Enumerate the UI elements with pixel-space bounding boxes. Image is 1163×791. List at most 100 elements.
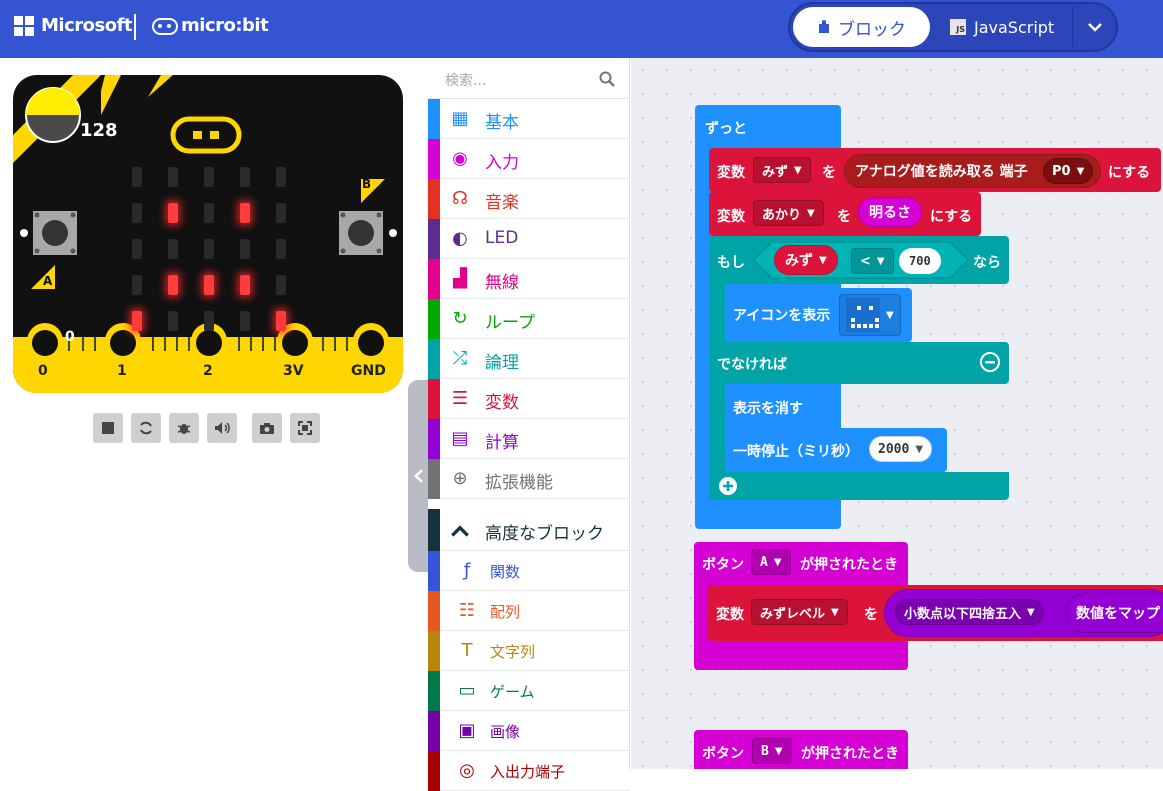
advanced-category-2[interactable]: T 文字列 (428, 631, 630, 671)
icon-preview-icon (846, 298, 880, 332)
category-6[interactable]: ⤮ 論理 (428, 339, 630, 379)
led-1-3 (240, 203, 250, 223)
round-dropdown[interactable]: 小数点以下四捨五入 ▼ (895, 599, 1044, 625)
led-4-4 (276, 311, 286, 331)
image-icon: ▣ (458, 720, 476, 741)
on-button-b-suffix: が押されたとき (801, 746, 899, 762)
advanced-category-4[interactable]: ▣ 画像 (428, 711, 630, 751)
category-4[interactable]: ▟ 無線 (428, 259, 630, 299)
button-a-dropdown[interactable]: A ▼ (751, 549, 791, 575)
pin-3v-label: 3V (283, 363, 304, 379)
category-1[interactable]: ◉ 入力 (428, 139, 630, 179)
restart-button[interactable] (131, 413, 161, 443)
category-7[interactable]: ☰ 変数 (428, 379, 630, 419)
compare-var-mizu[interactable]: みず ▼ (774, 245, 838, 275)
advanced-category-0[interactable]: ƒ 関数 (428, 551, 630, 591)
fullscreen-icon (298, 421, 312, 435)
button-b-dropdown[interactable]: B ▼ (752, 738, 792, 764)
category-color-bar (428, 219, 440, 259)
screenshot-button[interactable] (252, 413, 282, 443)
chevron-up-icon (451, 525, 469, 537)
category-9[interactable]: ⊕ 拡張機能 (428, 459, 630, 499)
compare-value-input[interactable]: 700 (899, 248, 941, 274)
screenshot-icon (260, 422, 274, 434)
gamepad-icon: ▭ (458, 680, 476, 701)
set-akari-var-dropdown[interactable]: あかり ▼ (753, 200, 824, 226)
category-label: LED (485, 228, 519, 248)
category-8[interactable]: ▤ 計算 (428, 419, 630, 459)
simulator-collapse-button[interactable] (408, 380, 430, 572)
search-icon[interactable] (599, 71, 615, 87)
led-0-4 (276, 167, 286, 187)
loop-icon: ↻ (452, 308, 468, 329)
led-2-4 (276, 239, 286, 259)
led-1-2 (204, 203, 214, 223)
caret-down-icon: ▼ (819, 254, 827, 266)
advanced-category-1[interactable]: ☷ 配列 (428, 591, 630, 631)
advanced-toggle[interactable]: 高度なブロック (428, 509, 630, 551)
remove-else-icon[interactable] (980, 352, 1000, 372)
category-2[interactable]: ☊ 音楽 (428, 179, 630, 219)
advanced-category-5[interactable]: ◎ 入出力端子 (428, 751, 630, 791)
blocks-workspace[interactable]: ずっと 変数 みず ▼ を アナログ値を読み取る 端子 P0 ▼ にする 変数 あか… (631, 58, 1163, 769)
on-button-a-suffix: が押されたとき (800, 557, 898, 573)
if-spine (709, 284, 725, 344)
category-5[interactable]: ↻ ループ (428, 299, 630, 339)
add-else-icon[interactable] (718, 476, 738, 496)
led-2-2 (204, 239, 214, 259)
pause-value-dropdown[interactable]: 2000 ▼ (869, 436, 933, 462)
fullscreen-button[interactable] (290, 413, 320, 443)
grid-icon: ▦ (451, 108, 469, 129)
forever-label: ずっと (705, 121, 747, 137)
category-0[interactable]: ▦ 基本 (428, 99, 630, 139)
set-akari-var-label: あかり (762, 207, 802, 223)
stop-button[interactable] (93, 413, 123, 443)
text-icon: T (461, 640, 473, 661)
category-color-bar (428, 339, 440, 379)
category-3[interactable]: ◐ LED (428, 219, 630, 259)
microsoft-brand[interactable]: Microsoft (41, 15, 133, 36)
microbit-brand[interactable]: micro:bit (181, 15, 269, 36)
caret-down-icon: ▼ (774, 745, 783, 757)
chevron-down-icon (1087, 22, 1102, 32)
led-4-2 (204, 311, 214, 331)
category-color-bar (428, 179, 440, 219)
toolbox-search[interactable]: 検索... (428, 58, 630, 99)
set-mizulevel-var-dropdown[interactable]: みずレベル ▼ (751, 599, 848, 625)
led-0-0 (132, 167, 142, 187)
search-input[interactable]: 検索... (445, 70, 486, 90)
category-color-bar (428, 591, 440, 631)
light-level-block[interactable]: 明るさ (858, 197, 922, 227)
editor-menu-button[interactable] (1072, 7, 1116, 47)
if-footer (709, 472, 1009, 500)
icon-dropdown[interactable]: ▼ (839, 294, 901, 336)
headphones-icon: ☊ (452, 188, 468, 209)
led-3-2 (204, 275, 214, 295)
led-2-0 (132, 239, 142, 259)
tab-javascript[interactable]: JS JavaScript (950, 7, 1070, 47)
microbit-logo-icon (152, 18, 178, 35)
tab-blocks[interactable]: ブロック (793, 7, 930, 47)
javascript-icon: JS (950, 19, 966, 35)
map-block[interactable]: 数値をマップ (1065, 593, 1163, 633)
operator-dropdown[interactable]: < ▼ (851, 248, 894, 274)
category-color-bar (428, 631, 440, 671)
led-1-0 (132, 203, 142, 223)
category-label: 入力 (485, 153, 519, 173)
caret-down-icon: ▼ (773, 556, 782, 568)
pin-value: 0 (65, 329, 75, 345)
debug-button[interactable] (169, 413, 199, 443)
led-4-0 (132, 311, 142, 331)
mute-button[interactable] (207, 413, 237, 443)
led-4-3 (240, 311, 250, 331)
set-mizu-var-dropdown[interactable]: みず ▼ (753, 157, 811, 183)
category-label: 基本 (485, 113, 519, 133)
microsoft-logo-icon (14, 16, 34, 36)
pin-dropdown[interactable]: P0 ▼ (1043, 158, 1094, 184)
button-a-label: A (43, 274, 53, 288)
advanced-category-3[interactable]: ▭ ゲーム (428, 671, 630, 711)
button-b-dropdown-label: B (761, 743, 769, 759)
category-label: 関数 (490, 563, 521, 581)
editor-toggle: ブロック JS JavaScript (788, 2, 1118, 52)
category-label: 無線 (485, 273, 519, 293)
